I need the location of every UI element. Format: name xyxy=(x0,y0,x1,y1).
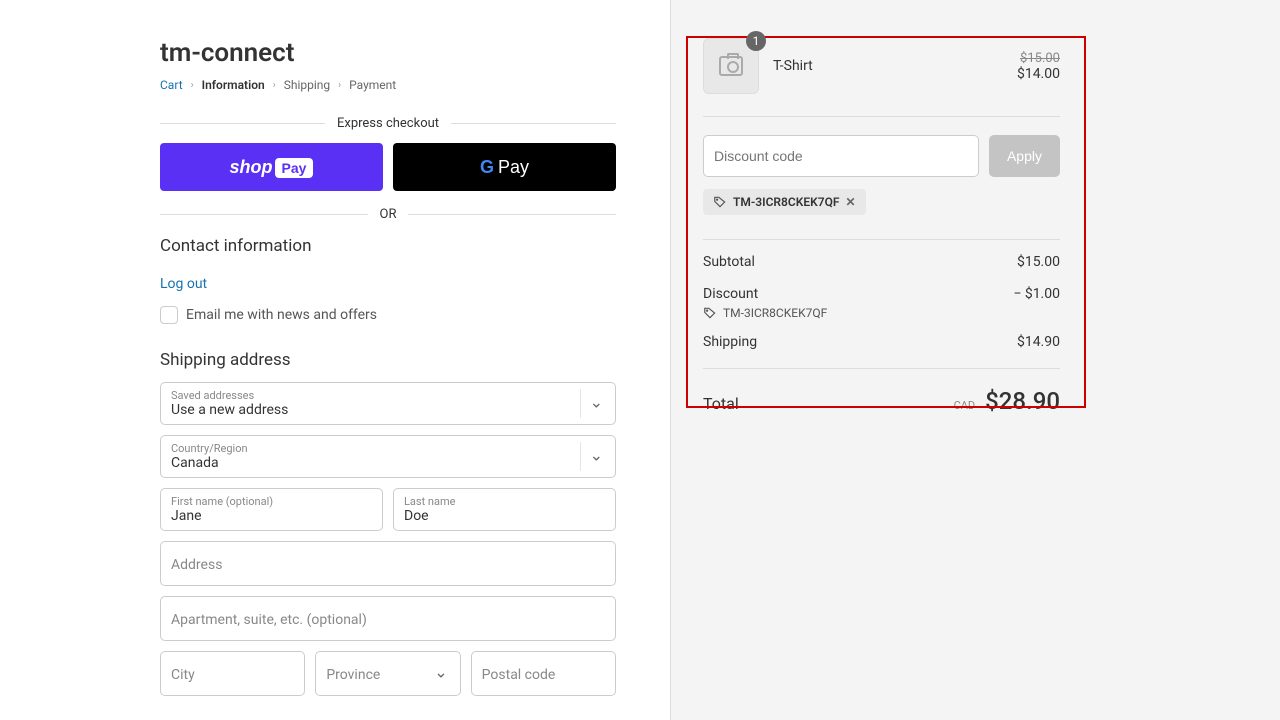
camera-icon xyxy=(719,56,743,76)
item-name: T-Shirt xyxy=(773,58,1003,74)
total-label: Total xyxy=(703,394,739,413)
breadcrumb-payment: Payment xyxy=(349,78,396,92)
store-title: tm-connect xyxy=(160,38,616,68)
country-select[interactable]: Country/Region Canada xyxy=(160,435,616,478)
postal-field[interactable]: Postal code xyxy=(471,651,616,696)
country-label: Country/Region xyxy=(171,442,605,455)
quantity-badge: 1 xyxy=(746,31,766,51)
breadcrumb-cart[interactable]: Cart xyxy=(160,78,183,92)
shop-pay-logo-icon: shopPay xyxy=(230,157,314,178)
gpay-logo-icon: GPay xyxy=(480,157,529,178)
contact-heading: Contact information xyxy=(160,236,616,256)
item-old-price: $15.00 xyxy=(1017,51,1060,66)
saved-addresses-select[interactable]: Saved addresses Use a new address xyxy=(160,382,616,425)
discount-value: − $1.00 xyxy=(1013,286,1060,302)
discount-tag: TM-3ICR8CKEK7QF ✕ xyxy=(703,189,866,215)
breadcrumb: Cart › Information › Shipping › Payment xyxy=(160,78,616,92)
discount-code-text: TM-3ICR8CKEK7QF xyxy=(733,195,839,209)
or-divider: OR xyxy=(160,207,616,222)
tag-icon xyxy=(703,306,717,320)
email-news-label: Email me with news and offers xyxy=(186,307,377,323)
item-thumbnail: 1 xyxy=(703,38,759,94)
province-select[interactable]: Province xyxy=(315,651,460,696)
first-name-field[interactable]: First name (optional) Jane xyxy=(160,488,383,531)
subtotal-label: Subtotal xyxy=(703,254,755,270)
apartment-field[interactable]: Apartment, suite, etc. (optional) xyxy=(160,596,616,641)
email-news-checkbox[interactable] xyxy=(160,306,178,324)
item-price: $14.00 xyxy=(1017,66,1060,82)
saved-addresses-label: Saved addresses xyxy=(171,389,605,402)
currency-label: CAD xyxy=(954,399,976,412)
discount-label: Discount xyxy=(703,286,758,302)
chevron-right-icon: › xyxy=(191,80,194,91)
tag-icon xyxy=(713,195,727,209)
remove-discount-button[interactable]: ✕ xyxy=(845,195,855,209)
chevron-right-icon: › xyxy=(273,80,276,91)
address-field[interactable]: Address xyxy=(160,541,616,586)
discount-input[interactable] xyxy=(703,135,979,177)
shipping-heading: Shipping address xyxy=(160,350,616,370)
logout-link[interactable]: Log out xyxy=(160,276,207,292)
country-value: Canada xyxy=(171,455,605,471)
apply-button[interactable]: Apply xyxy=(989,135,1060,177)
chevron-right-icon: › xyxy=(338,80,341,91)
cart-item: 1 T-Shirt $15.00 $14.00 xyxy=(703,38,1060,117)
saved-addresses-value: Use a new address xyxy=(171,402,605,418)
shop-pay-button[interactable]: shopPay xyxy=(160,143,383,191)
subtotal-value: $15.00 xyxy=(1017,254,1060,270)
city-field[interactable]: City xyxy=(160,651,305,696)
total-value: $28.90 xyxy=(985,387,1060,415)
shipping-value: $14.90 xyxy=(1017,334,1060,350)
discount-code-sub: TM-3ICR8CKEK7QF xyxy=(723,306,827,320)
last-name-field[interactable]: Last name Doe xyxy=(393,488,616,531)
express-checkout-label: Express checkout xyxy=(160,116,616,131)
breadcrumb-information: Information xyxy=(202,78,265,92)
google-pay-button[interactable]: GPay xyxy=(393,143,616,191)
shipping-label: Shipping xyxy=(703,334,757,350)
breadcrumb-shipping: Shipping xyxy=(284,78,330,92)
